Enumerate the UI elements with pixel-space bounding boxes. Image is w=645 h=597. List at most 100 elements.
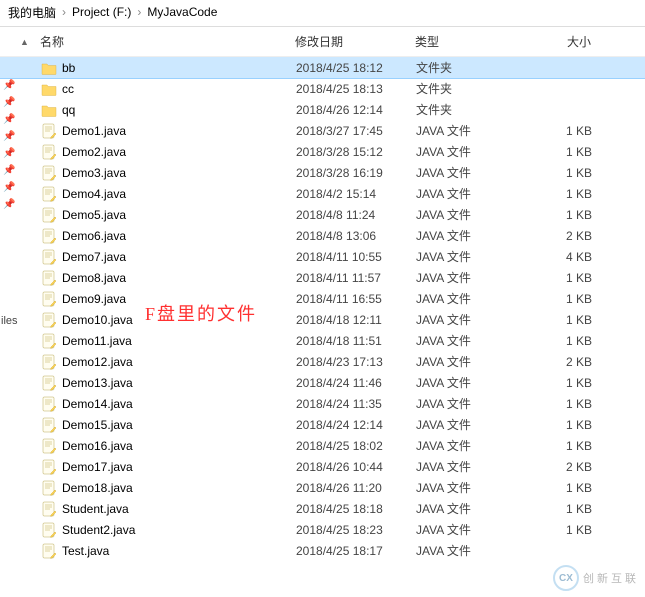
file-row[interactable]: Demo17.java2018/4/26 10:44JAVA 文件2 KB: [0, 456, 645, 477]
folder-icon: [40, 102, 58, 118]
file-row[interactable]: Student2.java2018/4/25 18:23JAVA 文件1 KB: [0, 519, 645, 540]
column-header-name[interactable]: 名称 ▲: [40, 33, 295, 50]
file-row[interactable]: Demo3.java2018/3/28 16:19JAVA 文件1 KB: [0, 162, 645, 183]
file-size: 1 KB: [534, 502, 604, 516]
file-type: 文件夹: [416, 101, 534, 118]
file-row[interactable]: Demo13.java2018/4/24 11:46JAVA 文件1 KB: [0, 372, 645, 393]
file-date: 2018/4/2 15:14: [296, 187, 416, 201]
file-date: 2018/4/25 18:02: [296, 439, 416, 453]
java-file-icon: [40, 459, 58, 475]
file-row[interactable]: Demo15.java2018/4/24 12:14JAVA 文件1 KB: [0, 414, 645, 435]
file-name: Demo17.java: [62, 460, 296, 474]
file-type: JAVA 文件: [416, 290, 534, 307]
file-size: 1 KB: [534, 397, 604, 411]
file-date: 2018/4/8 11:24: [296, 208, 416, 222]
file-size: 1 KB: [534, 376, 604, 390]
file-size: 4 KB: [534, 250, 604, 264]
folder-icon: [40, 81, 58, 97]
pin-icon: 📌: [3, 80, 15, 91]
file-row[interactable]: Demo6.java2018/4/8 13:06JAVA 文件2 KB: [0, 225, 645, 246]
file-type: 文件夹: [416, 59, 534, 76]
file-row[interactable]: Demo5.java2018/4/8 11:24JAVA 文件1 KB: [0, 204, 645, 225]
file-row[interactable]: Demo4.java2018/4/2 15:14JAVA 文件1 KB: [0, 183, 645, 204]
file-date: 2018/4/11 16:55: [296, 292, 416, 306]
file-name: Test.java: [62, 544, 296, 558]
file-date: 2018/4/24 11:35: [296, 397, 416, 411]
java-file-icon: [40, 270, 58, 286]
file-row[interactable]: Demo1.java2018/3/27 17:45JAVA 文件1 KB: [0, 120, 645, 141]
chevron-right-icon: ›: [137, 5, 141, 19]
file-type: JAVA 文件: [416, 542, 534, 559]
file-row[interactable]: Demo16.java2018/4/25 18:02JAVA 文件1 KB: [0, 435, 645, 456]
file-row[interactable]: Demo14.java2018/4/24 11:35JAVA 文件1 KB: [0, 393, 645, 414]
watermark: CX 创新互联: [553, 565, 639, 591]
file-row[interactable]: Test.java2018/4/25 18:17JAVA 文件: [0, 540, 645, 561]
file-row[interactable]: Demo8.java2018/4/11 11:57JAVA 文件1 KB: [0, 267, 645, 288]
breadcrumb-part[interactable]: MyJavaCode: [147, 5, 217, 19]
file-type: JAVA 文件: [416, 122, 534, 139]
file-date: 2018/4/25 18:13: [296, 82, 416, 96]
file-date: 2018/4/26 10:44: [296, 460, 416, 474]
java-file-icon: [40, 312, 58, 328]
java-file-icon: [40, 333, 58, 349]
java-file-icon: [40, 438, 58, 454]
file-type: JAVA 文件: [416, 500, 534, 517]
file-name: Demo12.java: [62, 355, 296, 369]
file-type: 文件夹: [416, 80, 534, 97]
file-row[interactable]: Demo2.java2018/3/28 15:12JAVA 文件1 KB: [0, 141, 645, 162]
file-row[interactable]: Student.java2018/4/25 18:18JAVA 文件1 KB: [0, 498, 645, 519]
file-name: Demo18.java: [62, 481, 296, 495]
column-header-date[interactable]: 修改日期: [295, 33, 415, 50]
file-type: JAVA 文件: [416, 311, 534, 328]
file-size: 2 KB: [534, 355, 604, 369]
file-type: JAVA 文件: [416, 353, 534, 370]
java-file-icon: [40, 480, 58, 496]
file-row[interactable]: Demo12.java2018/4/23 17:13JAVA 文件2 KB: [0, 351, 645, 372]
file-row[interactable]: Demo10.java2018/4/18 12:11JAVA 文件1 KB: [0, 309, 645, 330]
file-row[interactable]: cc2018/4/25 18:13文件夹: [0, 78, 645, 99]
pin-icon: 📌: [3, 97, 15, 108]
file-row[interactable]: Demo9.java2018/4/11 16:55JAVA 文件1 KB: [0, 288, 645, 309]
file-name: Demo14.java: [62, 397, 296, 411]
breadcrumb[interactable]: 我的电脑 › Project (F:) › MyJavaCode: [0, 0, 645, 24]
java-file-icon: [40, 543, 58, 559]
file-date: 2018/4/25 18:17: [296, 544, 416, 558]
file-list: bb2018/4/25 18:12文件夹cc2018/4/25 18:13文件夹…: [0, 57, 645, 561]
file-date: 2018/4/11 10:55: [296, 250, 416, 264]
file-type: JAVA 文件: [416, 458, 534, 475]
file-row[interactable]: Demo11.java2018/4/18 11:51JAVA 文件1 KB: [0, 330, 645, 351]
watermark-text: 创新互联: [583, 570, 639, 586]
file-date: 2018/4/25 18:23: [296, 523, 416, 537]
file-date: 2018/4/18 11:51: [296, 334, 416, 348]
java-file-icon: [40, 186, 58, 202]
file-date: 2018/4/11 11:57: [296, 271, 416, 285]
pin-icon: 📌: [3, 114, 15, 125]
file-size: 1 KB: [534, 187, 604, 201]
file-name: Demo5.java: [62, 208, 296, 222]
file-date: 2018/3/28 15:12: [296, 145, 416, 159]
file-row[interactable]: qq2018/4/26 12:14文件夹: [0, 99, 645, 120]
breadcrumb-part[interactable]: Project (F:): [72, 5, 131, 19]
column-header-size[interactable]: 大小: [533, 33, 603, 50]
java-file-icon: [40, 207, 58, 223]
file-name: cc: [62, 82, 296, 96]
sidebar-cutoff-label: iles: [1, 315, 18, 327]
breadcrumb-part[interactable]: 我的电脑: [8, 4, 56, 21]
file-type: JAVA 文件: [416, 269, 534, 286]
pin-icon: 📌: [3, 165, 15, 176]
file-name: qq: [62, 103, 296, 117]
file-name: Demo3.java: [62, 166, 296, 180]
java-file-icon: [40, 522, 58, 538]
file-row[interactable]: Demo18.java2018/4/26 11:20JAVA 文件1 KB: [0, 477, 645, 498]
file-type: JAVA 文件: [416, 143, 534, 160]
annotation-text: F盘里的文件: [145, 300, 257, 326]
file-size: 1 KB: [534, 124, 604, 138]
file-name: Demo7.java: [62, 250, 296, 264]
file-row[interactable]: bb2018/4/25 18:12文件夹: [0, 57, 645, 78]
file-row[interactable]: Demo7.java2018/4/11 10:55JAVA 文件4 KB: [0, 246, 645, 267]
column-header-type[interactable]: 类型: [415, 33, 533, 50]
sort-asc-icon: ▲: [20, 37, 29, 47]
quick-access-pins: 📌 📌 📌 📌 📌 📌 📌 📌: [3, 80, 15, 210]
file-type: JAVA 文件: [416, 164, 534, 181]
file-size: 1 KB: [534, 145, 604, 159]
